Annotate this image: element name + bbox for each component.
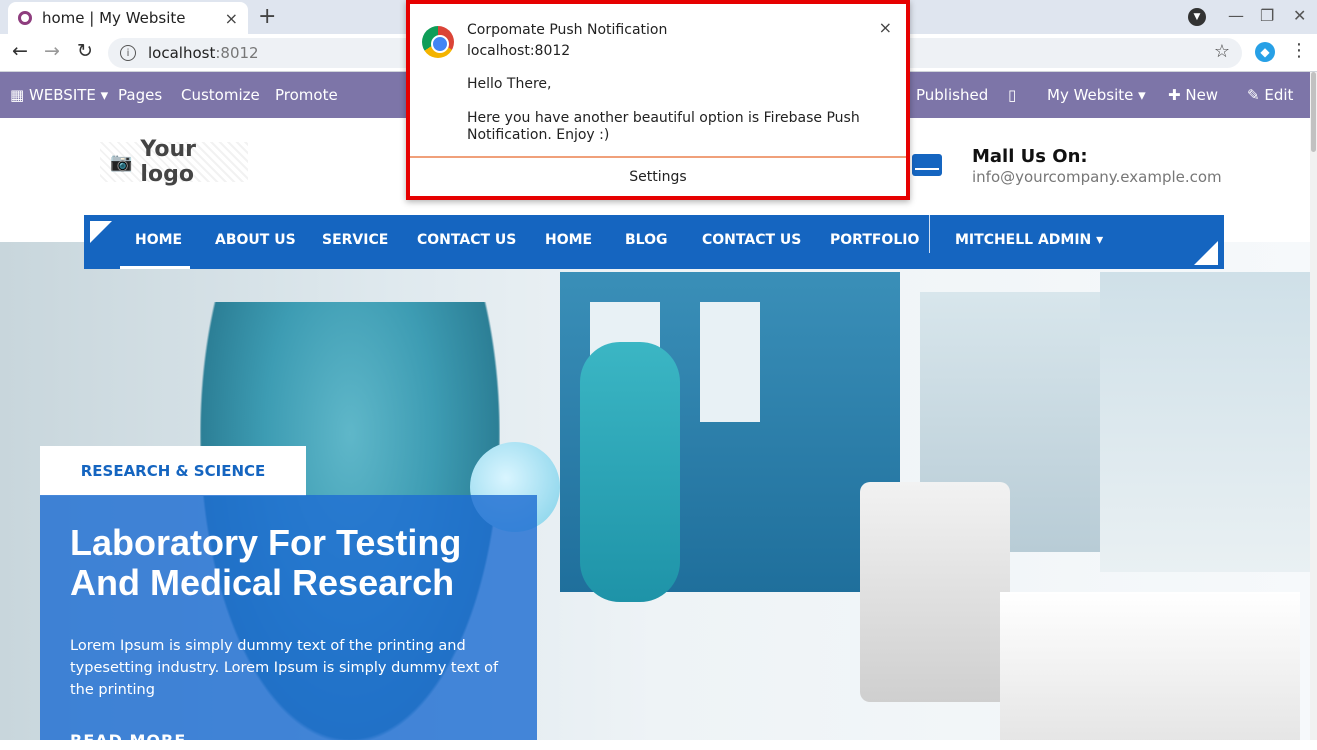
- new-label: New: [1185, 86, 1219, 104]
- new-button[interactable]: ✚ New: [1168, 86, 1218, 104]
- plus-icon: ✚: [1168, 86, 1181, 104]
- push-notification-popup[interactable]: Corpomate Push Notification localhost:80…: [406, 0, 910, 200]
- camera-icon: 📷: [110, 151, 133, 173]
- page-scrollbar[interactable]: [1310, 72, 1317, 740]
- my-website-menu[interactable]: My Website ▾: [1047, 86, 1146, 104]
- url-port: :8012: [215, 44, 259, 62]
- nav-service[interactable]: SERVICE: [322, 232, 388, 248]
- notification-greeting: Hello There,: [467, 76, 552, 92]
- nav-active-indicator: [120, 266, 190, 269]
- customize-menu[interactable]: Customize: [181, 86, 260, 104]
- hero-title-line1: Laboratory For Testing: [70, 522, 462, 563]
- main-navigation: HOME ABOUT US SERVICE CONTACT US HOME BL…: [84, 215, 1224, 269]
- nav-user-menu[interactable]: MITCHELL ADMIN ▾: [955, 232, 1103, 248]
- nav-contact-us[interactable]: CONTACT US: [417, 232, 516, 248]
- lab-window-image: [1100, 272, 1310, 572]
- website-menu-label: WEBSITE: [28, 86, 96, 104]
- browser-menu-icon[interactable]: ⋮: [1290, 40, 1308, 61]
- forward-button[interactable]: →: [44, 40, 60, 62]
- test-tubes-image: [1000, 592, 1300, 740]
- new-tab-button[interactable]: +: [258, 4, 276, 29]
- mobile-preview-icon[interactable]: ▯: [1008, 86, 1016, 104]
- nav-corner-decoration: [90, 221, 112, 243]
- read-more-link[interactable]: READ MORE: [70, 731, 186, 750]
- close-window-button[interactable]: ✕: [1293, 6, 1306, 25]
- envelope-icon: [912, 154, 942, 176]
- nav-home-2[interactable]: HOME: [545, 232, 592, 248]
- notification-origin: localhost:8012: [467, 43, 571, 59]
- notification-settings-button[interactable]: Settings: [410, 158, 906, 196]
- extension-icon[interactable]: ◆: [1255, 42, 1275, 62]
- pages-menu[interactable]: Pages: [118, 86, 162, 104]
- edit-label: Edit: [1264, 86, 1294, 104]
- notification-message: Here you have another beautiful option i…: [467, 110, 860, 143]
- hero-text-card: Laboratory For Testing And Medical Resea…: [40, 495, 537, 750]
- hero-title-line2: And Medical Research: [70, 562, 455, 603]
- lab-cabinet-image: [700, 302, 760, 422]
- nav-portfolio[interactable]: PORTFOLIO: [830, 232, 919, 248]
- scrollbar-thumb[interactable]: [1311, 72, 1316, 152]
- apps-grid-icon: ▦: [10, 86, 25, 104]
- chrome-logo-icon: [422, 26, 454, 58]
- mail-title: Mall Us On:: [972, 146, 1088, 167]
- tab-close-icon[interactable]: ×: [225, 9, 238, 28]
- pencil-icon: ✎: [1247, 86, 1260, 104]
- microscope-image: [860, 482, 1010, 702]
- back-button[interactable]: ←: [12, 40, 28, 62]
- nav-contact-us-2[interactable]: CONTACT US: [702, 232, 801, 248]
- site-info-icon[interactable]: i: [120, 45, 136, 61]
- hero-title: Laboratory For Testing And Medical Resea…: [70, 523, 507, 603]
- my-website-label: My Website: [1047, 86, 1134, 104]
- published-toggle[interactable]: Published: [916, 86, 988, 104]
- gloved-hand-image: [580, 342, 680, 602]
- nav-blog[interactable]: BLOG: [625, 232, 668, 248]
- maximize-window-button[interactable]: ❐: [1260, 6, 1274, 25]
- nav-corner-decoration: [1194, 241, 1218, 265]
- profile-menu-icon[interactable]: ▼: [1188, 8, 1206, 26]
- nav-separator: [929, 215, 930, 253]
- tab-title: home | My Website: [42, 9, 186, 27]
- promote-menu[interactable]: Promote: [275, 86, 338, 104]
- site-favicon-icon: [18, 11, 32, 25]
- mail-address[interactable]: info@yourcompany.example.com: [972, 168, 1222, 186]
- reload-button[interactable]: ↻: [77, 40, 93, 62]
- bookmark-star-icon[interactable]: ☆: [1214, 41, 1230, 62]
- url-host: localhost: [148, 44, 216, 62]
- edit-button[interactable]: ✎ Edit: [1247, 86, 1293, 104]
- minimize-window-button[interactable]: —: [1228, 6, 1244, 25]
- browser-tab[interactable]: home | My Website ×: [8, 2, 248, 34]
- nav-home[interactable]: HOME: [135, 232, 182, 248]
- website-menu[interactable]: ▦ WEBSITE ▾: [10, 86, 108, 104]
- notification-app-name: Corpomate Push Notification: [467, 22, 668, 38]
- nav-about-us[interactable]: ABOUT US: [215, 232, 296, 248]
- logo-text: Your logo: [140, 137, 196, 187]
- hero-category-badge: RESEARCH & SCIENCE: [40, 446, 306, 496]
- notification-close-icon[interactable]: ×: [879, 18, 892, 37]
- nav-user-label: MITCHELL ADMIN: [955, 232, 1092, 248]
- hero-description: Lorem Ipsum is simply dummy text of the …: [70, 638, 499, 698]
- site-logo[interactable]: 📷 Your logo: [100, 137, 248, 187]
